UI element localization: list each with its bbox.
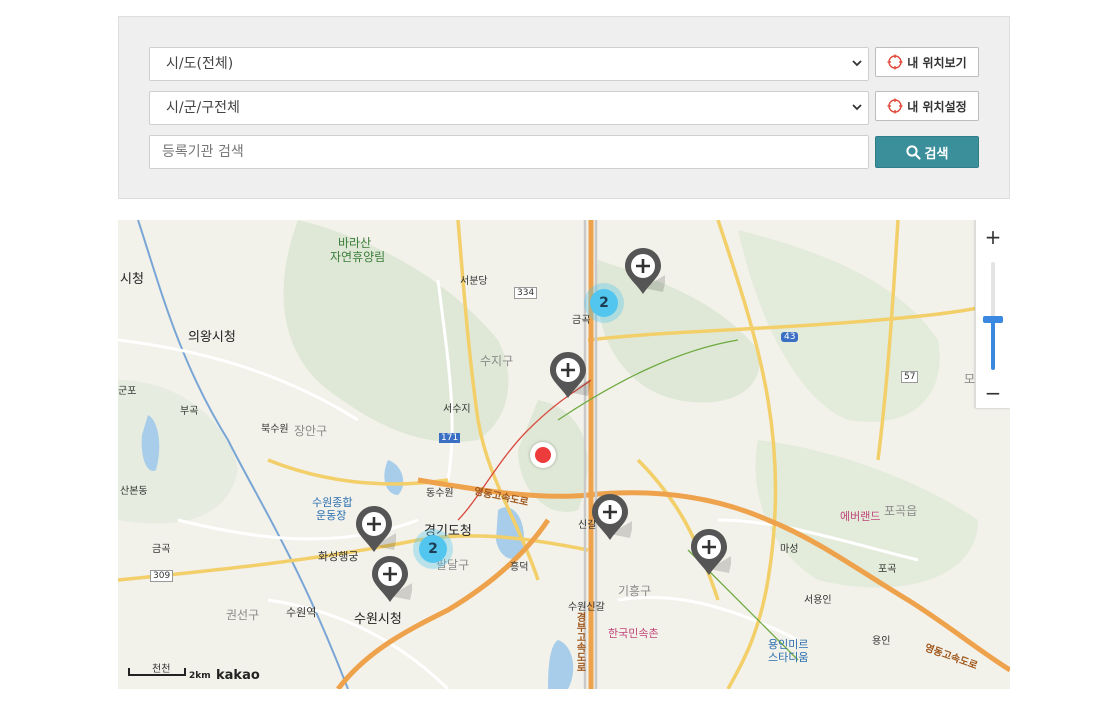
map-label-seosuji: 서수지	[443, 404, 471, 415]
location-pin-icon[interactable]	[354, 504, 396, 554]
map-label-heungdeok: 흥덕	[510, 562, 529, 573]
map-label-suwon-station: 수원역	[286, 606, 317, 619]
map-label-bugok: 부곡	[180, 406, 199, 417]
route-43-badge: 43	[781, 332, 799, 342]
route-57-badge: 57	[901, 371, 919, 383]
map-label-gunpo: 군포	[118, 386, 137, 397]
zoom-slider-handle[interactable]	[983, 316, 1003, 323]
location-pin-icon[interactable]	[590, 492, 632, 542]
map-label-gwonseon: 권선구	[226, 608, 260, 622]
map-label-giheung: 기흥구	[618, 584, 652, 598]
map-label-barasan-forest: 자연휴양림	[330, 250, 386, 264]
map-label-bugwon: 북수원	[261, 424, 289, 435]
map-label-dongsuwon: 동수원	[426, 488, 454, 499]
zoom-in-button[interactable]: +	[976, 220, 1010, 254]
map-label-suwon-singal: 수원신갈	[568, 602, 605, 613]
crosshair-icon	[887, 98, 903, 114]
search-panel: 시/도(전체) 내 위치보기 시/군/구전체 내 위치설정 등록기관 검색 검색	[118, 16, 1010, 199]
my-location-view-label: 내 위치보기	[907, 55, 967, 70]
my-location-set-label: 내 위치설정	[907, 99, 967, 114]
crosshair-icon	[887, 54, 903, 70]
map-scale-bar	[128, 668, 186, 676]
kakao-logo: kakao	[216, 668, 260, 683]
chevron-down-icon	[852, 60, 862, 67]
my-location-marker[interactable]	[530, 442, 556, 468]
map-scale-label: 2km	[189, 671, 211, 681]
location-pin-icon[interactable]	[370, 554, 412, 604]
route-171-badge: 171	[439, 433, 461, 443]
map-label-suwon-city-hall: 수원시청	[354, 612, 402, 627]
my-location-set-button[interactable]: 내 위치설정	[875, 91, 979, 121]
map-view[interactable]: 바라산 자연휴양림 시청 의왕시청 군포 부곡 북수원 장안구 산본동 수원종합…	[118, 220, 1010, 689]
search-button-label: 검색	[924, 146, 949, 162]
map-label-pogok: 포곡	[878, 564, 897, 575]
cluster-marker[interactable]: 2	[413, 529, 453, 569]
map-label-sanbon: 산본동	[120, 486, 148, 497]
zoom-control: + −	[975, 220, 1010, 408]
map-label-west-yongin: 서용인	[804, 595, 832, 606]
keyword-input[interactable]	[149, 135, 869, 169]
map-label-hwaseong-palace: 화성행궁	[318, 550, 359, 563]
map-label-everland: 에버랜드	[840, 510, 881, 523]
cluster-count: 2	[419, 535, 447, 563]
map-label-suwon-stadium-2: 운동장	[316, 509, 347, 522]
map-label-uiwang: 의왕시청	[188, 330, 236, 345]
route-309-badge: 309	[150, 570, 174, 582]
map-label-suji: 수지구	[480, 354, 514, 368]
map-label-geumgok-left: 금곡	[152, 544, 171, 555]
map-label-yongin: 용인	[872, 636, 891, 647]
zoom-slider-fill	[991, 320, 995, 370]
location-pin-icon[interactable]	[689, 527, 731, 577]
sido-select-value: 시/도(전체)	[166, 56, 234, 72]
sido-select[interactable]: 시/도(전체)	[149, 47, 869, 81]
map-label-city-hall-left: 시청	[120, 272, 144, 287]
chevron-down-icon	[852, 104, 862, 111]
location-pin-icon[interactable]	[623, 246, 665, 296]
map-label-yongin-mirae-2: 스타디움	[768, 651, 809, 664]
zoom-out-button[interactable]: −	[976, 376, 1010, 410]
search-button[interactable]: 검색	[875, 136, 979, 168]
search-icon	[905, 144, 921, 160]
map-label-pogok-eup: 포곡읍	[884, 504, 918, 518]
sigungu-select-value: 시/군/구전체	[166, 100, 240, 116]
sigungu-select[interactable]: 시/군/구전체	[149, 91, 869, 125]
map-label-folk-village: 한국민속촌	[608, 627, 659, 640]
map-label-gyeongbu-hwy: 경부고속도로	[574, 612, 585, 672]
location-pin-icon[interactable]	[548, 350, 590, 400]
cluster-count: 2	[590, 289, 618, 317]
map-label-seopandang: 서분당	[460, 276, 488, 287]
map-label-jangan: 장안구	[294, 424, 328, 438]
route-334-badge: 334	[514, 287, 538, 299]
my-location-view-button[interactable]: 내 위치보기	[875, 47, 979, 77]
cluster-marker[interactable]: 2	[584, 283, 624, 323]
map-label-maseong: 마성	[780, 544, 799, 555]
map-label-right-edge: 모	[964, 372, 976, 386]
